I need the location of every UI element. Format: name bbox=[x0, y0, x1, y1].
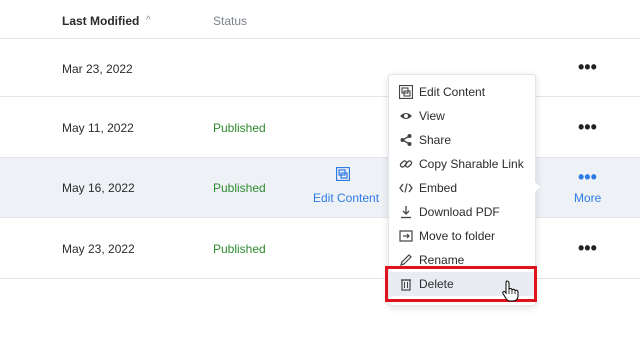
table-row[interactable]: May 23, 2022 Published ••• bbox=[0, 218, 640, 279]
sort-caret-icon[interactable]: ^ bbox=[146, 15, 151, 26]
status-cell: Published bbox=[213, 121, 266, 135]
menu-item-move-to-folder[interactable]: Move to folder bbox=[389, 224, 535, 248]
pencil-icon bbox=[400, 254, 412, 266]
menu-item-label: Embed bbox=[419, 181, 458, 195]
more-actions-button[interactable]: ••• bbox=[578, 58, 597, 76]
link-icon bbox=[399, 160, 413, 168]
menu-item-label: Copy Sharable Link bbox=[419, 157, 524, 171]
status-cell: Published bbox=[213, 242, 266, 256]
table-row[interactable]: May 16, 2022 Published ••• More bbox=[0, 158, 640, 218]
menu-item-share[interactable]: Share bbox=[389, 128, 535, 152]
table-row[interactable]: Mar 23, 2022 ••• bbox=[0, 38, 640, 97]
move-folder-icon bbox=[399, 230, 413, 242]
code-icon bbox=[399, 183, 413, 193]
share-icon bbox=[400, 134, 412, 146]
menu-item-label: View bbox=[419, 109, 445, 123]
more-actions-button[interactable]: ••• bbox=[578, 239, 597, 257]
menu-item-label: Rename bbox=[419, 253, 465, 267]
table-header: Last Modified ^ Status bbox=[0, 0, 640, 39]
eye-icon bbox=[400, 113, 412, 119]
last-modified-cell: May 16, 2022 bbox=[62, 181, 135, 195]
table-row[interactable]: May 11, 2022 Published ••• bbox=[0, 97, 640, 158]
status-cell: Published bbox=[213, 181, 266, 195]
edit-content-icon bbox=[399, 85, 413, 99]
edit-content-button[interactable]: Edit Content bbox=[313, 191, 379, 205]
last-modified-cell: May 23, 2022 bbox=[62, 242, 135, 256]
menu-item-download-pdf[interactable]: Download PDF bbox=[389, 200, 535, 224]
column-header-last-modified[interactable]: Last Modified bbox=[62, 14, 139, 28]
edit-content-icon[interactable] bbox=[336, 167, 350, 181]
menu-item-edit-content[interactable]: Edit Content bbox=[389, 80, 535, 104]
more-actions-button[interactable]: ••• bbox=[578, 118, 597, 136]
column-header-status[interactable]: Status bbox=[213, 14, 247, 28]
menu-item-label: Download PDF bbox=[419, 205, 500, 219]
menu-item-embed[interactable]: Embed bbox=[389, 176, 535, 200]
menu-item-label: Share bbox=[419, 133, 452, 147]
more-actions-button[interactable]: ••• bbox=[578, 168, 597, 186]
menu-item-label: Edit Content bbox=[419, 85, 486, 99]
last-modified-cell: May 11, 2022 bbox=[62, 121, 134, 135]
last-modified-cell: Mar 23, 2022 bbox=[62, 62, 133, 76]
menu-item-label: Move to folder bbox=[419, 229, 496, 243]
menu-pointer bbox=[533, 180, 540, 194]
menu-item-view[interactable]: View bbox=[389, 104, 535, 128]
download-icon bbox=[401, 206, 411, 219]
hand-cursor-icon bbox=[502, 280, 519, 302]
more-actions-label[interactable]: More bbox=[574, 191, 601, 205]
menu-item-copy-link[interactable]: Copy Sharable Link bbox=[389, 152, 535, 176]
